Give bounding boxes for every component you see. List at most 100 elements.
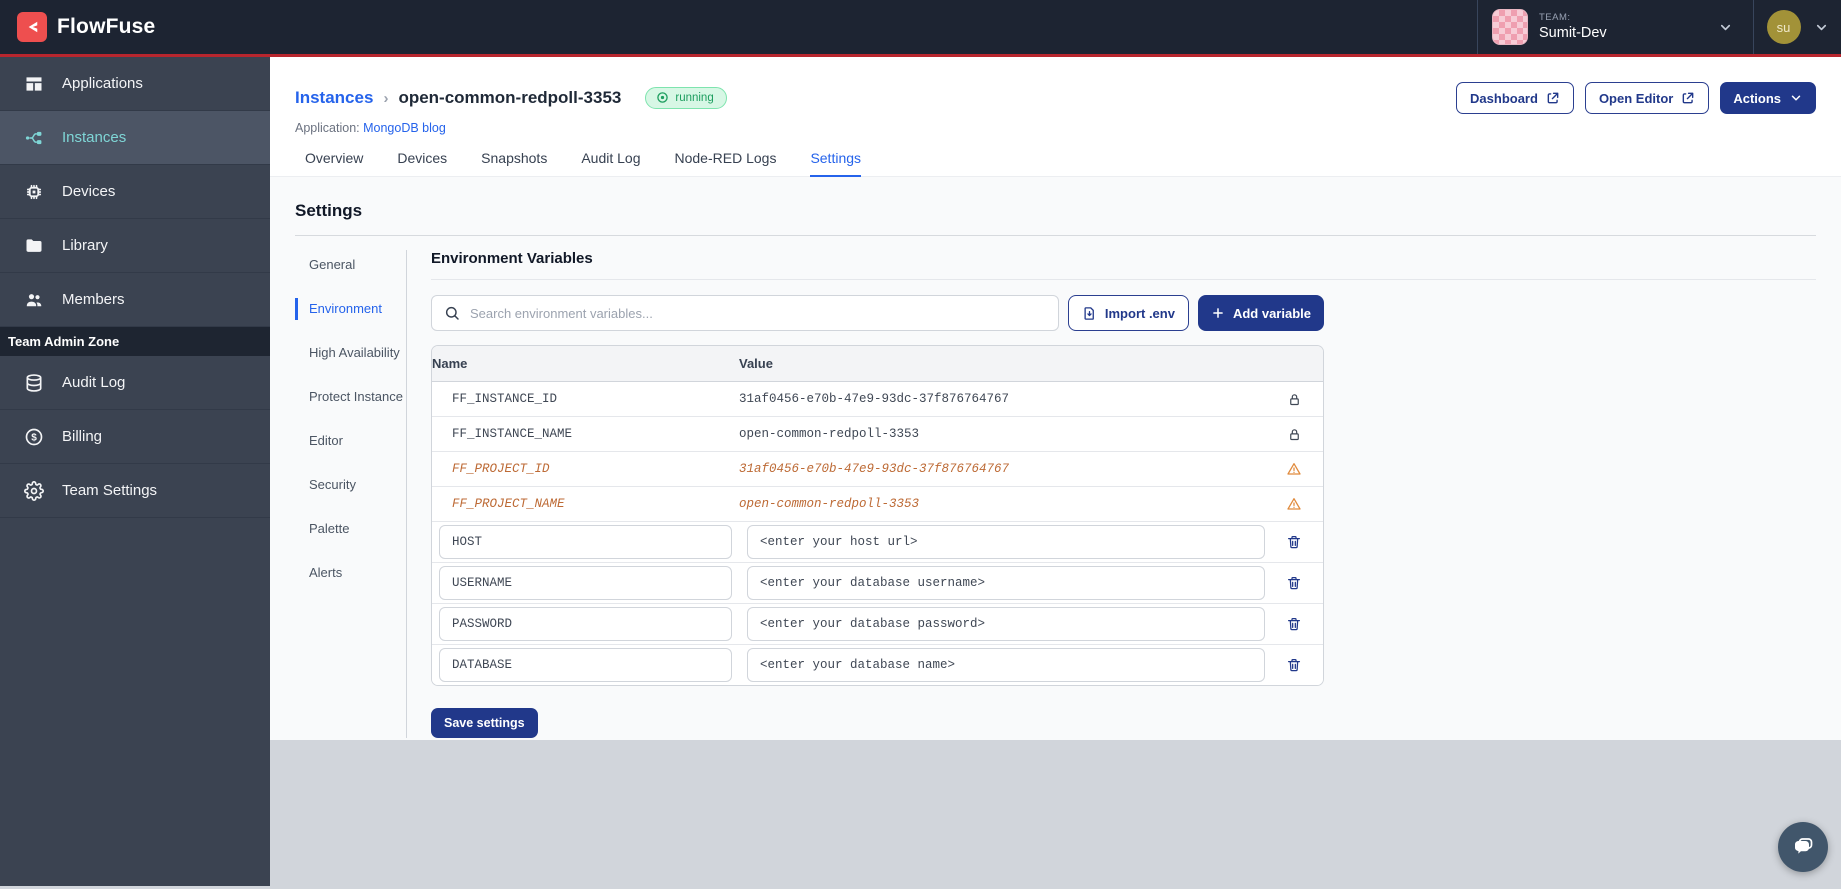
env-value-input[interactable] xyxy=(747,525,1265,559)
tab-snapshots[interactable]: Snapshots xyxy=(481,150,547,178)
user-avatar: su xyxy=(1766,10,1801,44)
column-header-name: Name xyxy=(432,356,468,371)
instance-name: open-common-redpoll-3353 xyxy=(398,88,622,107)
settings-nav-security[interactable]: Security xyxy=(295,474,406,496)
team-selector[interactable]: TEAM: Sumit-Dev xyxy=(1477,0,1753,54)
user-menu[interactable]: su xyxy=(1753,0,1841,54)
flowfuse-logo-icon xyxy=(17,12,47,42)
sidebar-item-label: Devices xyxy=(62,183,116,200)
instance-tabs: Overview Devices Snapshots Audit Log Nod… xyxy=(295,150,1816,178)
external-link-icon xyxy=(1682,92,1694,104)
tab-overview[interactable]: Overview xyxy=(305,150,363,178)
sidebar-item-label: Billing xyxy=(62,428,103,445)
flowfuse-brand[interactable]: FlowFuse xyxy=(0,0,172,54)
actions-button[interactable]: Actions xyxy=(1720,82,1816,114)
tab-devices[interactable]: Devices xyxy=(397,150,447,178)
dashboard-button[interactable]: Dashboard xyxy=(1456,82,1574,114)
team-name: Sumit-Dev xyxy=(1539,24,1607,41)
application-label: Application: xyxy=(295,121,360,135)
chevron-down-icon xyxy=(1718,20,1733,35)
dollar-icon: $ xyxy=(24,427,44,447)
env-value-input[interactable] xyxy=(747,648,1265,682)
chevron-down-icon xyxy=(1791,95,1801,101)
env-name-input[interactable] xyxy=(439,566,732,600)
trash-icon xyxy=(1288,536,1300,549)
settings-nav-environment[interactable]: Environment xyxy=(295,298,406,320)
column-header-value: Value xyxy=(739,356,773,371)
table-header: Name Value xyxy=(432,346,1323,382)
settings-subnav: General Environment High Availability Pr… xyxy=(295,250,407,738)
open-editor-button[interactable]: Open Editor xyxy=(1584,82,1710,114)
status-badge: running xyxy=(645,87,727,109)
sidebar-item-team-settings[interactable]: Team Settings xyxy=(0,464,270,518)
trash-icon xyxy=(1288,659,1300,672)
status-text: running xyxy=(675,91,714,104)
sidebar-item-applications[interactable]: Applications xyxy=(0,57,270,111)
delete-variable-button[interactable] xyxy=(1265,575,1323,591)
sidebar: Applications Instances Devices Library M… xyxy=(0,57,270,886)
env-value-input[interactable] xyxy=(747,566,1265,600)
settings-nav-palette[interactable]: Palette xyxy=(295,518,406,540)
settings-nav-high-availability[interactable]: High Availability xyxy=(295,342,406,364)
sidebar-item-label: Team Settings xyxy=(62,482,158,499)
sidebar-item-library[interactable]: Library xyxy=(0,219,270,273)
env-name-input[interactable] xyxy=(439,607,732,641)
save-settings-button[interactable]: Save settings xyxy=(431,708,538,738)
settings-nav-alerts[interactable]: Alerts xyxy=(295,562,406,584)
plus-icon xyxy=(1213,308,1223,318)
sidebar-item-label: Applications xyxy=(62,75,143,92)
env-name-input[interactable] xyxy=(439,648,732,682)
trash-icon xyxy=(1288,577,1300,590)
breadcrumb: Instances › open-common-redpoll-3353 run… xyxy=(295,82,1816,114)
sidebar-item-instances[interactable]: Instances xyxy=(0,111,270,165)
application-link[interactable]: MongoDB blog xyxy=(363,121,446,135)
sidebar-item-devices[interactable]: Devices xyxy=(0,165,270,219)
svg-text:$: $ xyxy=(31,432,37,443)
delete-variable-button[interactable] xyxy=(1265,534,1323,550)
lock-icon xyxy=(1265,392,1323,407)
team-label: TEAM: xyxy=(1539,12,1571,23)
tab-node-red-logs[interactable]: Node-RED Logs xyxy=(675,150,777,178)
sidebar-item-members[interactable]: Members xyxy=(0,273,270,327)
chevron-down-icon xyxy=(1814,20,1829,35)
sidebar-item-label: Instances xyxy=(62,129,127,146)
table-row: FF_PROJECT_NAME open-common-redpoll-3353 xyxy=(432,487,1323,522)
delete-variable-button[interactable] xyxy=(1265,657,1323,673)
settings-nav-general[interactable]: General xyxy=(295,254,406,276)
settings-nav-protect-instance[interactable]: Protect Instance xyxy=(295,386,406,408)
breadcrumb-instances-link[interactable]: Instances xyxy=(295,88,373,108)
environment-variables-title: Environment Variables xyxy=(431,250,1816,280)
search-icon xyxy=(445,306,459,320)
chat-bubbles-icon xyxy=(1795,838,1813,854)
env-variables-table: Name Value FF_INSTANCE_ID 31af0456-e70b-… xyxy=(431,345,1324,686)
search-input[interactable] xyxy=(470,305,1046,321)
import-file-icon xyxy=(1084,306,1094,320)
top-navbar: FlowFuse TEAM: Sumit-Dev su xyxy=(0,0,1841,57)
sidebar-item-label: Audit Log xyxy=(62,374,126,391)
table-row: FF_PROJECT_ID 31af0456-e70b-47e9-93dc-37… xyxy=(432,452,1323,487)
import-env-button[interactable]: Import .env xyxy=(1067,295,1189,331)
table-row xyxy=(432,645,1323,685)
sidebar-item-billing[interactable]: $ Billing xyxy=(0,410,270,464)
tab-audit-log[interactable]: Audit Log xyxy=(581,150,640,178)
folder-icon xyxy=(24,236,44,256)
external-link-icon xyxy=(1547,92,1559,104)
chip-icon xyxy=(24,182,44,202)
tab-settings[interactable]: Settings xyxy=(810,150,862,178)
settings-nav-editor[interactable]: Editor xyxy=(295,430,406,452)
table-row: FF_INSTANCE_NAME open-common-redpoll-335… xyxy=(432,417,1323,452)
trash-icon xyxy=(1288,618,1300,631)
instance-header: Instances › open-common-redpoll-3353 run… xyxy=(270,57,1841,178)
add-variable-button[interactable]: Add variable xyxy=(1197,295,1324,331)
search-box xyxy=(431,295,1059,331)
delete-variable-button[interactable] xyxy=(1265,616,1323,632)
settings-page-title: Settings xyxy=(295,177,1816,236)
warning-icon xyxy=(1265,496,1323,512)
chat-widget-button[interactable] xyxy=(1778,822,1828,872)
env-value-input[interactable] xyxy=(747,607,1265,641)
env-name-input[interactable] xyxy=(439,525,732,559)
table-row: FF_INSTANCE_ID 31af0456-e70b-47e9-93dc-3… xyxy=(432,382,1323,417)
instances-icon xyxy=(24,128,44,148)
brand-name: FlowFuse xyxy=(57,15,156,38)
sidebar-item-audit-log[interactable]: Audit Log xyxy=(0,356,270,410)
